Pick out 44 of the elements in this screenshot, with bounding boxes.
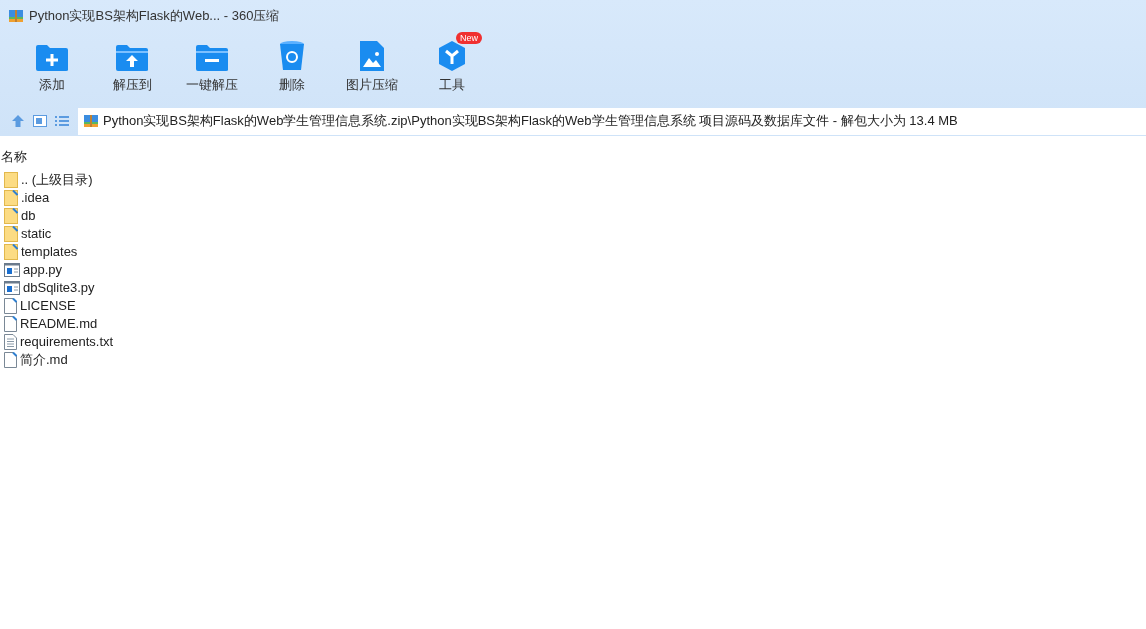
address-bar[interactable]: Python实现BS架构Flask的Web学生管理信息系统.zip\Python实现BS架构Flask的Web学生管理信息系统 项目源码及数据库文件 - 解包大小为 13.4 MB [78,107,1146,135]
archive-icon [83,113,99,129]
folder-shortcut-icon [4,244,18,260]
toolbar-button[interactable]: 添加 [12,32,92,100]
program-file-icon [4,281,20,295]
file-icon [4,298,17,314]
file-name[interactable]: app.py [23,260,63,280]
trash-icon [279,40,305,72]
file-name[interactable]: 简介.md [20,350,68,370]
file-icon [4,352,17,368]
address-path: Python实现BS架构Flask的Web学生管理信息系统.zip\Python实现BS架构Flask的Web学生管理信息系统 项目源码及数据库文件 - 解包大小为 13.4 MB [103,112,958,131]
new-badge: New [456,32,482,44]
list-view-icon[interactable] [54,113,70,129]
image-file-icon [359,40,385,72]
folder-shortcut-icon [4,226,18,242]
file-name[interactable]: templates [21,242,78,262]
toolbar-button[interactable]: 删除 [252,32,332,100]
file-icon [4,316,17,332]
file-name[interactable]: LICENSE [20,296,76,316]
folder-shortcut-icon [4,190,18,206]
file-name[interactable]: .. (上级目录) [21,170,93,190]
file-name[interactable]: README.md [20,314,98,334]
folder-up-arrow-icon [115,44,149,72]
column-header[interactable]: 名称 [0,148,1146,166]
window-title: Python实现BS架构Flask的Web... - 360压缩 [29,7,280,26]
file-name[interactable]: .idea [21,188,50,208]
archive-icon [8,8,24,24]
folder-icon [4,172,18,188]
text-file-icon [4,334,17,350]
folder-plus-icon [35,44,69,72]
thumbnail-view-icon[interactable] [32,113,48,129]
toolbar-button[interactable]: 图片压缩 [332,32,412,100]
folder-minus-icon [195,44,229,72]
folder-shortcut-icon [4,208,18,224]
up-arrow-icon[interactable] [10,113,26,129]
program-file-icon [4,263,20,277]
hexagon-y-icon [436,40,468,72]
file-name[interactable]: requirements.txt [20,332,114,352]
toolbar-button[interactable]: 一键解压 [172,32,252,100]
toolbar-button[interactable]: New 工具 [412,32,492,100]
toolbar-button[interactable]: 解压到 [92,32,172,100]
file-name[interactable]: db [21,206,36,226]
file-name[interactable]: static [21,224,52,244]
file-name[interactable]: dbSqlite3.py [23,278,95,298]
